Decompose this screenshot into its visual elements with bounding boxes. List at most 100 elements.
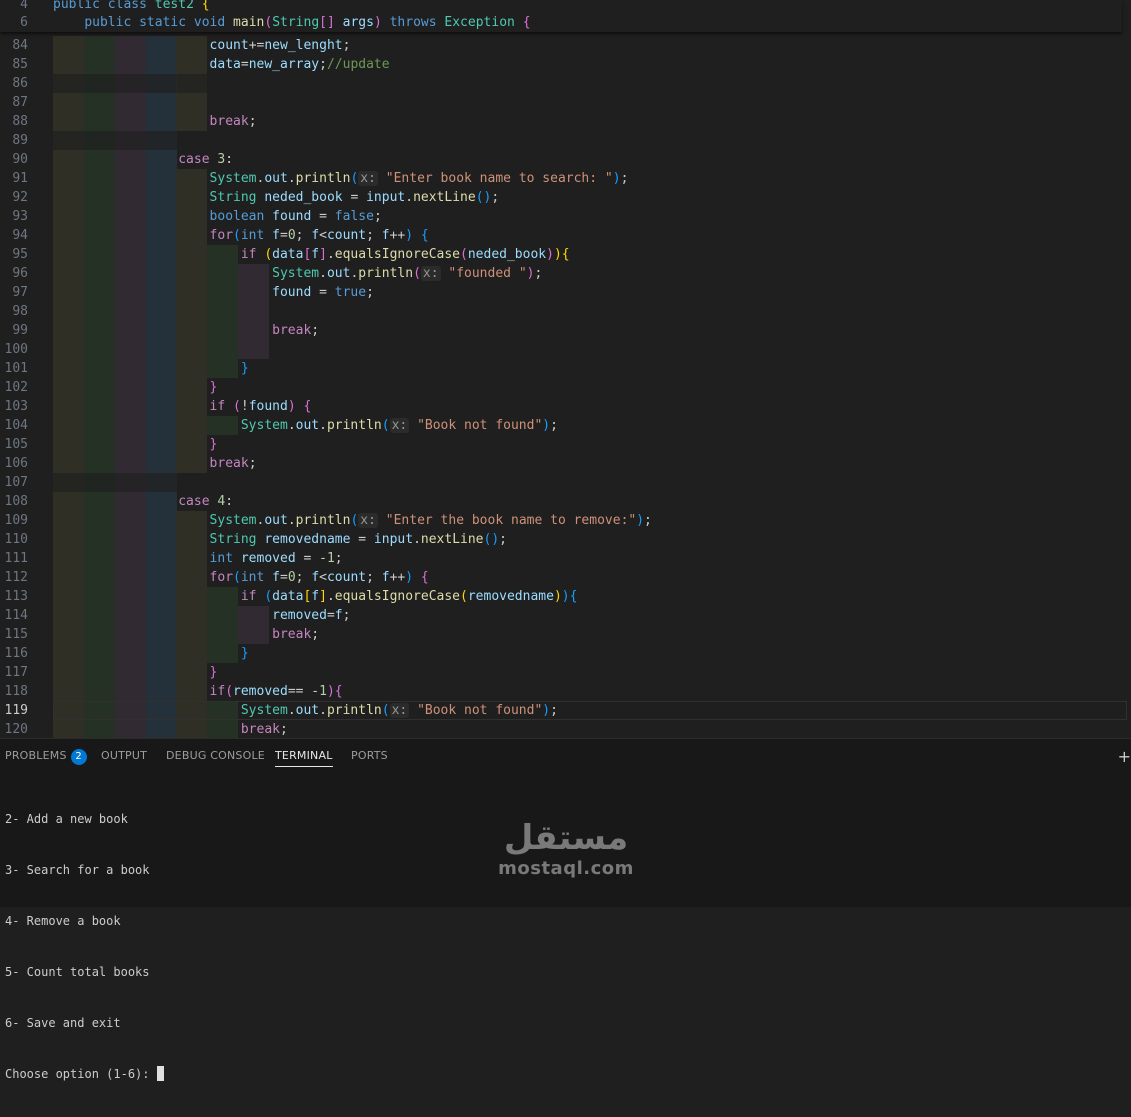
tab-terminal[interactable]: TERMINAL: [275, 749, 333, 767]
code-text[interactable]: break;: [53, 112, 257, 131]
code-line[interactable]: 120 break;: [0, 720, 1131, 738]
code-token: ;: [366, 228, 382, 243]
code-line[interactable]: 87: [0, 93, 1131, 112]
code-line[interactable]: 90 case 3:: [0, 150, 1131, 169]
code-line[interactable]: 103 if (!found) {: [0, 397, 1131, 416]
code-line[interactable]: 101 }: [0, 359, 1131, 378]
code-token: (: [233, 570, 241, 585]
code-line[interactable]: 85 data=new_array;//update: [0, 55, 1131, 74]
code-text[interactable]: if (!found) {: [53, 397, 312, 416]
code-text[interactable]: public class test2 {: [53, 0, 210, 14]
code-text[interactable]: for(int f=0; f<count; f++) {: [53, 568, 429, 587]
code-token: ;: [311, 323, 320, 338]
new-terminal-plus-icon[interactable]: +: [1118, 747, 1131, 766]
code-line[interactable]: 89: [0, 131, 1131, 150]
code-line[interactable]: 102 }: [0, 378, 1131, 397]
code-line[interactable]: 116 }: [0, 644, 1131, 663]
code-line[interactable]: 99 break;: [0, 321, 1131, 340]
code-token: System: [209, 513, 257, 528]
code-line[interactable]: 110 String removedname = input.nextLine(…: [0, 530, 1131, 549]
code-token: {: [420, 570, 429, 585]
code-token: new_lenght: [264, 38, 343, 53]
code-line[interactable]: 114 removed=f;: [0, 606, 1131, 625]
code-text[interactable]: break;: [53, 321, 319, 340]
code-line[interactable]: 108 case 4:: [0, 492, 1131, 511]
sticky-scroll-header[interactable]: 4 public class test2 {6 public static voi…: [0, 0, 1122, 32]
code-line[interactable]: 111 int removed = -1;: [0, 549, 1131, 568]
code-text[interactable]: }: [53, 435, 218, 454]
code-token: public: [53, 0, 100, 12]
code-text[interactable]: }: [53, 359, 249, 378]
code-text[interactable]: String removedname = input.nextLine();: [53, 530, 507, 549]
code-text[interactable]: System.out.println(x: "Enter book name t…: [53, 169, 628, 188]
tab-output[interactable]: OUTPUT: [101, 749, 147, 762]
code-line[interactable]: 100: [0, 340, 1131, 359]
code-line[interactable]: 115 break;: [0, 625, 1131, 644]
code-text[interactable]: System.out.println(x: "Book not found");: [53, 416, 558, 435]
code-text[interactable]: if (data[f].equalsIgnoreCase(removedname…: [53, 587, 578, 606]
code-token: (: [264, 247, 273, 262]
code-text[interactable]: String neded_book = input.nextLine();: [53, 188, 500, 207]
code-text[interactable]: count+=new_lenght;: [53, 36, 351, 55]
code-text[interactable]: }: [53, 644, 249, 663]
code-line[interactable]: 97 found = true;: [0, 283, 1131, 302]
tab-problems[interactable]: PROBLEMS 2: [5, 749, 87, 765]
code-line[interactable]: 94 for(int f=0; f<count; f++) {: [0, 226, 1131, 245]
code-line[interactable]: 95 if (data[f].equalsIgnoreCase(neded_bo…: [0, 245, 1131, 264]
code-line[interactable]: 92 String neded_book = input.nextLine();: [0, 188, 1131, 207]
code-line[interactable]: 96 System.out.println(x: "founded ");: [0, 264, 1131, 283]
tab-ports[interactable]: PORTS: [351, 749, 388, 762]
code-text[interactable]: if (data[f].equalsIgnoreCase(neded_book)…: [53, 245, 570, 264]
code-line[interactable]: 93 boolean found = false;: [0, 207, 1131, 226]
terminal-output[interactable]: 2- Add a new book 3- Search for a book 4…: [5, 777, 164, 1117]
code-text[interactable]: break;: [53, 625, 319, 644]
code-line[interactable]: 118 if(removed== -1){: [0, 682, 1131, 701]
code-text[interactable]: case 3:: [53, 150, 233, 169]
code-line[interactable]: 88 break;: [0, 112, 1131, 131]
code-token: println: [295, 513, 351, 528]
code-text[interactable]: if(removed== -1){: [53, 682, 343, 701]
code-text[interactable]: int removed = -1;: [53, 549, 343, 568]
code-line[interactable]: 86: [0, 74, 1131, 93]
code-line[interactable]: 107: [0, 473, 1131, 492]
inlay-hint: x:: [389, 418, 410, 433]
code-text[interactable]: break;: [53, 720, 288, 738]
code-line[interactable]: 98: [0, 302, 1131, 321]
code-line[interactable]: 91 System.out.println(x: "Enter book nam…: [0, 169, 1131, 188]
code-line[interactable]: 119 System.out.println(x: "Book not foun…: [0, 701, 1131, 720]
code-text[interactable]: for(int f=0; f<count; f++) {: [53, 226, 429, 245]
code-text[interactable]: case 4:: [53, 492, 233, 511]
line-number: 101: [4, 361, 28, 376]
code-text[interactable]: found = true;: [53, 283, 374, 302]
code-text[interactable]: public static void main(String[] args) t…: [53, 13, 530, 32]
code-line[interactable]: 112 for(int f=0; f<count; f++) {: [0, 568, 1131, 587]
code-text[interactable]: data=new_array;//update: [53, 55, 390, 74]
code-text[interactable]: System.out.println(x: "Book not found");: [53, 701, 558, 720]
sticky-line[interactable]: 4 public class test2 {: [0, 0, 1131, 14]
code-text[interactable]: break;: [53, 454, 257, 473]
code-text[interactable]: removed=f;: [53, 606, 350, 625]
code-line[interactable]: 117 }: [0, 663, 1131, 682]
code-text[interactable]: System.out.println(x: "Enter the book na…: [53, 511, 652, 530]
tab-debug-console[interactable]: DEBUG CONSOLE: [166, 749, 265, 762]
code-text[interactable]: }: [53, 378, 218, 397]
code-text[interactable]: System.out.println(x: "founded ");: [53, 264, 542, 283]
code-line[interactable]: 109 System.out.println(x: "Enter the boo…: [0, 511, 1131, 530]
code-line[interactable]: 104 System.out.println(x: "Book not foun…: [0, 416, 1131, 435]
code-line[interactable]: 105 }: [0, 435, 1131, 454]
code-token: ): [405, 228, 414, 243]
line-number: 117: [4, 665, 28, 680]
code-text[interactable]: boolean found = false;: [53, 207, 382, 226]
code-editor[interactable]: 4 public class test2 {6 public static voi…: [0, 0, 1131, 738]
code-text[interactable]: }: [53, 663, 218, 682]
code-token: out: [295, 418, 320, 433]
code-line[interactable]: 84 count+=new_lenght;: [0, 36, 1131, 55]
code-line[interactable]: 113 if (data[f].equalsIgnoreCase(removed…: [0, 587, 1131, 606]
code-token: :: [225, 494, 234, 509]
code-line[interactable]: 106 break;: [0, 454, 1131, 473]
sticky-line[interactable]: 6 public static void main(String[] args)…: [0, 13, 1131, 32]
